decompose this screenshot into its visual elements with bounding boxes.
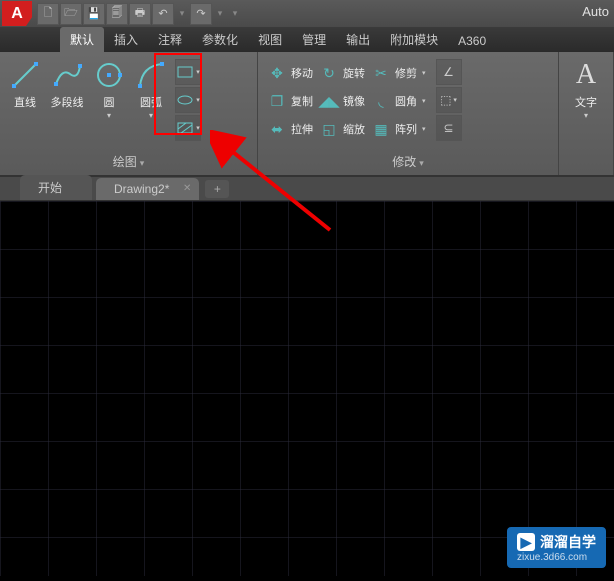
- stretch-icon: ⬌: [267, 119, 287, 139]
- offset-icon: ⊆: [443, 121, 453, 135]
- explode-button[interactable]: ⬚▾: [436, 87, 462, 113]
- tab-addins[interactable]: 附加模块: [380, 27, 448, 52]
- polyline-button[interactable]: 多段线: [47, 55, 87, 110]
- explode-icon: ⬚: [440, 93, 451, 107]
- watermark: ▶ 溜溜自学 zixue.3d66.com: [507, 527, 606, 568]
- close-icon[interactable]: ✕: [183, 183, 191, 194]
- ellipse-icon: [176, 93, 194, 107]
- chevron-down-icon: ▾: [107, 111, 111, 120]
- tab-manage[interactable]: 管理: [292, 27, 336, 52]
- move-button[interactable]: ✥移动: [267, 61, 313, 85]
- text-icon: A: [570, 59, 602, 91]
- hatch-button[interactable]: ▾: [175, 115, 201, 141]
- text-label: 文字: [575, 94, 597, 110]
- tab-insert[interactable]: 插入: [104, 27, 148, 52]
- modify-panel: ✥移动 ❐复制 ⬌拉伸 ↻旋转 ◢◣镜像 ◱缩放 ✂修剪▾ ◟圆角▾ ▦阵列▾ …: [258, 52, 559, 175]
- copy-button[interactable]: ❐复制: [267, 89, 313, 113]
- dropdown-icon[interactable]: ▾: [175, 3, 189, 25]
- arc-label: 圆弧: [140, 94, 162, 110]
- file-tab-bar: 开始 Drawing2*✕ +: [0, 177, 614, 201]
- print-button[interactable]: 🖶: [129, 3, 151, 25]
- undo-button[interactable]: ↶: [152, 3, 174, 25]
- trim-button[interactable]: ✂修剪▾: [371, 61, 426, 85]
- move-icon: ✥: [267, 63, 287, 83]
- ribbon-tabs: 默认 插入 注释 参数化 视图 管理 输出 附加模块 A360: [0, 27, 614, 52]
- quick-access-toolbar: 🗋 🗁 💾 🗐 🖶 ↶ ▾ ↷ ▾ ▾: [37, 3, 242, 25]
- redo-button[interactable]: ↷: [190, 3, 212, 25]
- rotate-icon: ↻: [319, 63, 339, 83]
- chevron-down-icon: ▾: [149, 111, 153, 120]
- stretch-button[interactable]: ⬌拉伸: [267, 117, 313, 141]
- draw-panel-title[interactable]: 绘图: [5, 150, 252, 175]
- dropdown-icon[interactable]: ▾: [213, 3, 227, 25]
- line-label: 直线: [14, 94, 36, 110]
- modify-panel-title[interactable]: 修改: [263, 150, 553, 175]
- draw-panel: 直线 多段线 圆 ▾ 圆弧 ▾ ▾ ▾ ▾ 绘图: [0, 52, 258, 175]
- mirror-button[interactable]: ◢◣镜像: [319, 89, 365, 113]
- line-button[interactable]: 直线: [5, 55, 45, 110]
- drawing-tab[interactable]: Drawing2*✕: [96, 178, 199, 200]
- start-tab[interactable]: 开始: [20, 175, 92, 200]
- chevron-down-icon: ▾: [584, 111, 588, 120]
- rectangle-button[interactable]: ▾: [175, 59, 201, 85]
- text-button[interactable]: A 文字 ▾: [564, 55, 608, 120]
- fillet-icon: ◟: [371, 91, 391, 111]
- scale-icon: ◱: [319, 119, 339, 139]
- fillet-button[interactable]: ◟圆角▾: [371, 89, 426, 113]
- tab-output[interactable]: 输出: [336, 27, 380, 52]
- tab-a360[interactable]: A360: [448, 30, 496, 52]
- new-tab-button[interactable]: +: [205, 180, 229, 198]
- arc-button[interactable]: 圆弧 ▾: [131, 55, 171, 120]
- tab-default[interactable]: 默认: [60, 27, 104, 52]
- copy-icon: ❐: [267, 91, 287, 111]
- tab-parametric[interactable]: 参数化: [192, 27, 248, 52]
- watermark-url: zixue.3d66.com: [517, 552, 587, 563]
- ellipse-button[interactable]: ▾: [175, 87, 201, 113]
- saveall-button[interactable]: 🗐: [106, 3, 128, 25]
- ribbon: 直线 多段线 圆 ▾ 圆弧 ▾ ▾ ▾ ▾ 绘图: [0, 52, 614, 177]
- drawing-canvas[interactable]: [0, 201, 614, 576]
- watermark-brand: 溜溜自学: [540, 532, 596, 552]
- tab-view[interactable]: 视图: [248, 27, 292, 52]
- scale-button[interactable]: ◱缩放: [319, 117, 365, 141]
- circle-button[interactable]: 圆 ▾: [89, 55, 129, 120]
- app-title: Auto: [582, 4, 609, 19]
- watermark-play-icon: ▶: [517, 533, 535, 551]
- plus-icon: +: [214, 182, 221, 196]
- line-icon: [9, 59, 41, 91]
- rotate-button[interactable]: ↻旋转: [319, 61, 365, 85]
- erase-button[interactable]: ∠: [436, 59, 462, 85]
- polyline-icon: [51, 59, 83, 91]
- polyline-label: 多段线: [51, 94, 84, 110]
- array-button[interactable]: ▦阵列▾: [371, 117, 426, 141]
- circle-label: 圆: [104, 94, 115, 110]
- tab-annotate[interactable]: 注释: [148, 27, 192, 52]
- trim-icon: ✂: [371, 63, 391, 83]
- dropdown-icon[interactable]: ▾: [228, 3, 242, 25]
- save-button[interactable]: 💾: [83, 3, 105, 25]
- circle-icon: [93, 59, 125, 91]
- arc-icon: [135, 59, 167, 91]
- new-file-button[interactable]: 🗋: [37, 3, 59, 25]
- erase-icon: ∠: [443, 65, 454, 79]
- mirror-icon: ◢◣: [319, 91, 339, 111]
- offset-button[interactable]: ⊆: [436, 115, 462, 141]
- open-file-button[interactable]: 🗁: [60, 3, 82, 25]
- array-icon: ▦: [371, 119, 391, 139]
- title-bar: A 🗋 🗁 💾 🗐 🖶 ↶ ▾ ↷ ▾ ▾ Auto: [0, 0, 614, 27]
- rectangle-icon: [176, 65, 194, 79]
- hatch-icon: [176, 121, 194, 135]
- annotation-panel: A 文字 ▾: [559, 52, 614, 175]
- app-menu-button[interactable]: A: [2, 1, 32, 26]
